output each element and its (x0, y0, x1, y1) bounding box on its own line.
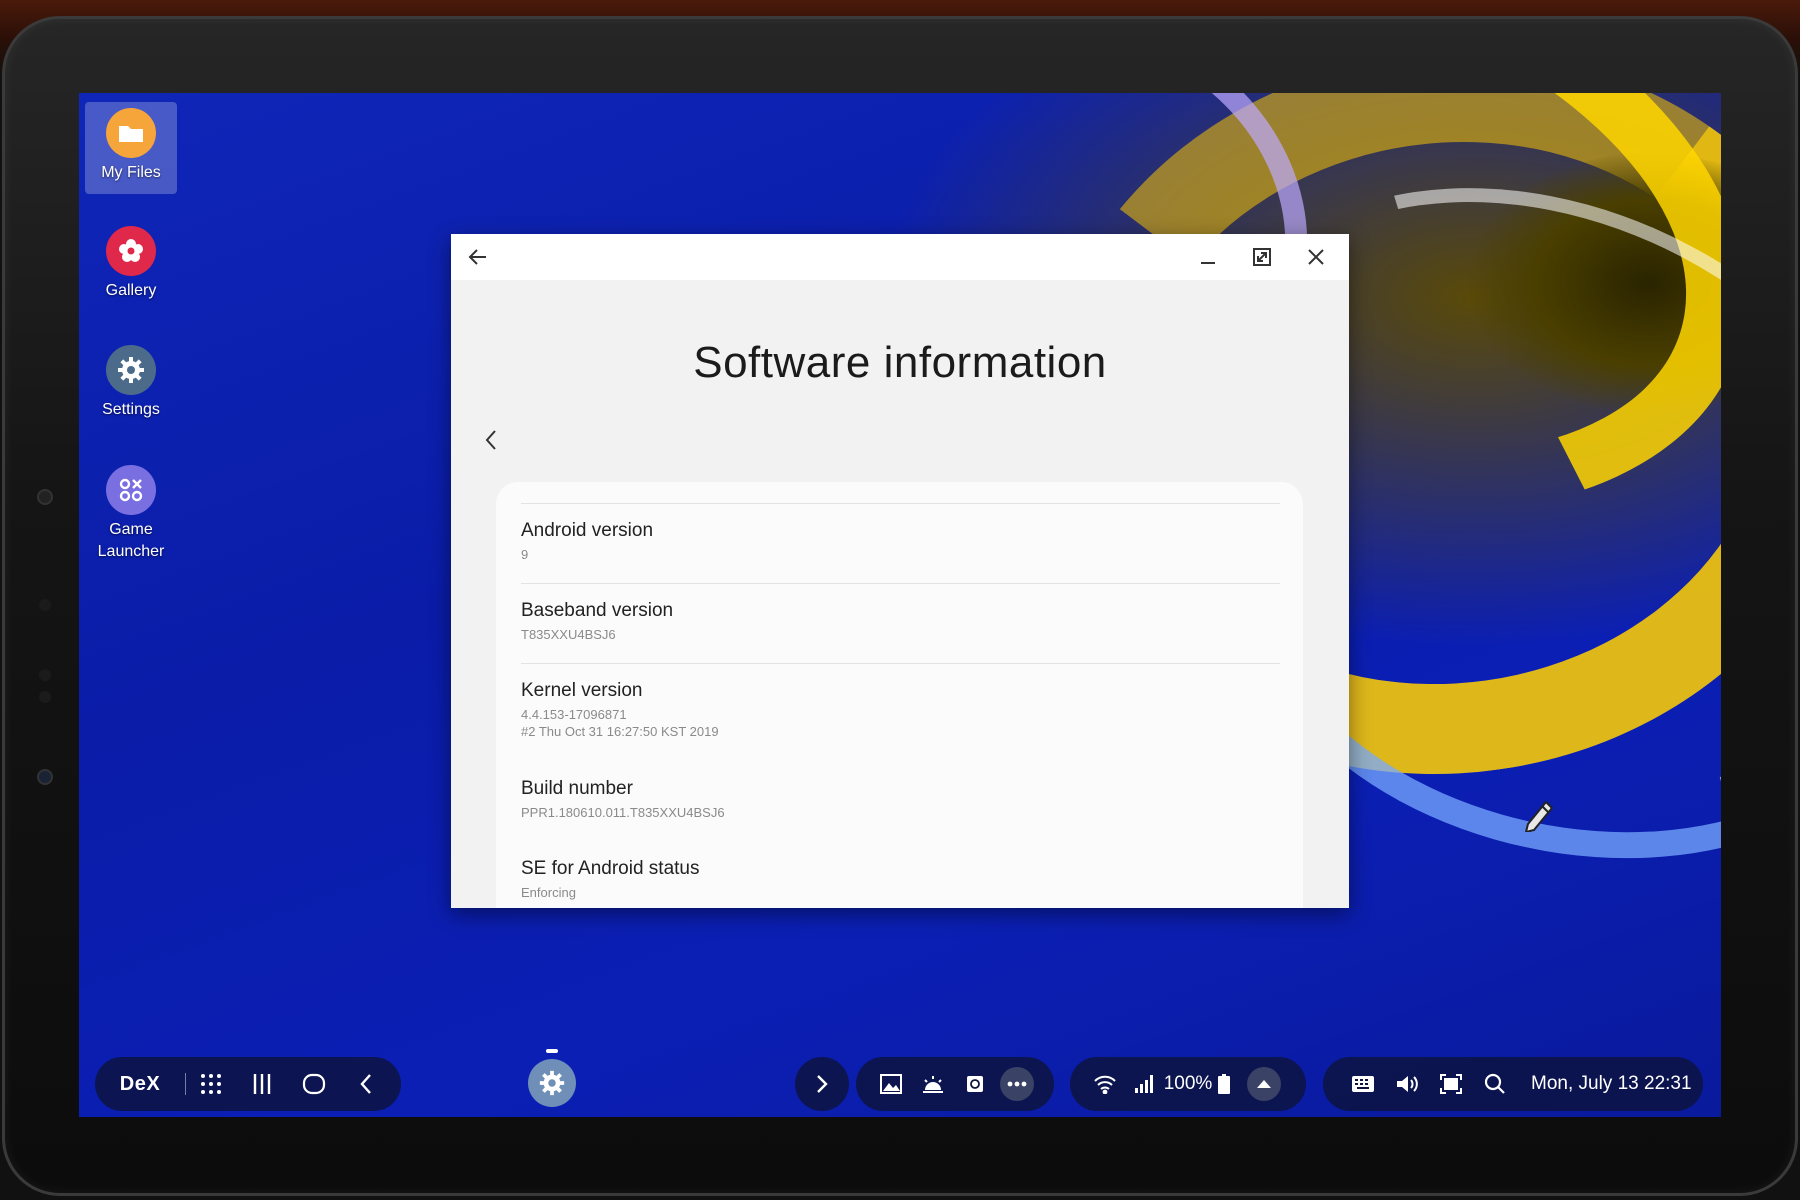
weather-icon (923, 1076, 943, 1093)
sensor-icon (39, 691, 51, 703)
pen-cursor-icon (1524, 800, 1554, 832)
taskbar-system-pill: Mon, July 13 22:31 (1323, 1057, 1703, 1111)
signal-status[interactable] (1126, 1057, 1162, 1111)
calendar-icon (967, 1076, 983, 1092)
home-icon (302, 1073, 326, 1095)
screenshot-icon (1440, 1074, 1462, 1094)
notification-gallery[interactable] (870, 1057, 912, 1111)
list-item-baseband-version[interactable]: Baseband version T835XXU4BSJ6 (521, 600, 1280, 643)
apps-grid-icon (201, 1074, 221, 1094)
back-button[interactable] (340, 1057, 392, 1111)
desktop-icon-gallery[interactable]: Gallery (85, 220, 177, 302)
keyboard-icon (1352, 1076, 1374, 1092)
divider (521, 503, 1280, 504)
volume-button[interactable] (1385, 1057, 1429, 1111)
list-item-se-android-status[interactable]: SE for Android status Enforcing (521, 858, 1280, 901)
window-back-button[interactable] (455, 234, 501, 280)
folder-icon (106, 108, 156, 158)
notification-weather[interactable] (912, 1057, 954, 1111)
maximize-icon (1253, 248, 1271, 266)
desktop-icon-label: Settings (102, 401, 160, 418)
taskbar-app-settings[interactable] (528, 1059, 576, 1107)
desktop-icon-my-files[interactable]: My Files (85, 102, 177, 194)
dex-button[interactable]: DeX (95, 1057, 185, 1111)
desktop-icon-settings[interactable]: Settings (85, 339, 177, 421)
navigate-up-button[interactable] (477, 424, 505, 456)
divider (521, 583, 1280, 584)
signal-icon (1135, 1075, 1153, 1093)
chevron-right-icon (817, 1075, 828, 1093)
flower-icon (106, 226, 156, 276)
running-indicator (546, 1049, 558, 1053)
gear-icon (539, 1070, 565, 1096)
list-item-title: Kernel version (521, 680, 643, 701)
recents-icon (253, 1074, 271, 1094)
settings-window[interactable]: Software information Android version 9 B… (451, 234, 1349, 908)
battery-percentage: 100% (1163, 1073, 1213, 1094)
chevron-left-icon (485, 430, 496, 450)
search-icon (1484, 1073, 1505, 1094)
taskbar-status-pill[interactable]: 100% (1070, 1057, 1306, 1111)
desktop-icon-game-launcher[interactable]: Game Launcher (85, 459, 177, 563)
expand-tray-button[interactable] (795, 1057, 849, 1111)
dex-desktop[interactable]: My Files Gallery Settings Game Launcher … (79, 93, 1721, 1117)
desktop-icon-label: Game Launcher (97, 521, 165, 560)
sensor-icon (39, 669, 51, 681)
more-icon (1000, 1067, 1034, 1101)
maximize-button[interactable] (1239, 234, 1285, 280)
close-icon (1308, 249, 1324, 265)
gear-icon (106, 345, 156, 395)
taskbar-expand-pill[interactable] (795, 1057, 849, 1111)
apps-grid-button[interactable] (186, 1057, 236, 1111)
home-button[interactable] (288, 1057, 340, 1111)
game-launcher-icon (106, 465, 156, 515)
taskbar-nav-pill: DeX (95, 1057, 401, 1111)
camera-icon (37, 489, 53, 505)
list-item-value: 4.4.153-17096871 #2 Thu Oct 31 16:27:50 … (521, 707, 719, 739)
search-button[interactable] (1473, 1057, 1517, 1111)
image-icon (880, 1074, 902, 1094)
minimize-button[interactable] (1185, 234, 1231, 280)
clock-datetime[interactable]: Mon, July 13 22:31 (1531, 1057, 1692, 1111)
quick-panel-button[interactable] (1242, 1057, 1286, 1111)
screen-capture-button[interactable] (1429, 1057, 1473, 1111)
list-item-title: SE for Android status (521, 858, 700, 879)
recents-button[interactable] (236, 1057, 288, 1111)
close-button[interactable] (1293, 234, 1339, 280)
front-camera-icon (37, 769, 53, 785)
more-notifications-button[interactable] (996, 1057, 1038, 1111)
battery-icon (1218, 1074, 1230, 1094)
wifi-status[interactable] (1084, 1057, 1126, 1111)
battery-status[interactable] (1214, 1057, 1234, 1111)
volume-icon (1397, 1076, 1418, 1092)
notification-calendar[interactable] (954, 1057, 996, 1111)
desktop-icon-label: My Files (101, 164, 161, 181)
list-item-build-number[interactable]: Build number PPR1.180610.011.T835XXU4BSJ… (521, 778, 1280, 821)
list-item-title: Build number (521, 778, 633, 799)
list-item-title: Android version (521, 520, 654, 541)
arrow-left-icon (468, 249, 486, 265)
list-item-kernel-version[interactable]: Kernel version 4.4.153-17096871 #2 Thu O… (521, 680, 1280, 740)
list-item-value: T835XXU4BSJ6 (521, 627, 616, 642)
chevron-left-icon (360, 1074, 371, 1094)
chevron-up-icon (1247, 1067, 1281, 1101)
list-item-value: PPR1.180610.011.T835XXU4BSJ6 (521, 805, 725, 820)
list-item-value: Enforcing (521, 885, 576, 900)
list-item-title: Baseband version (521, 600, 674, 621)
sensor-icon (39, 599, 51, 611)
list-item-android-version[interactable]: Android version 9 (521, 520, 1280, 563)
info-list-card: Android version 9 Baseband version T835X… (496, 482, 1303, 908)
page-title: Software information (693, 338, 1107, 387)
list-item-value: 9 (521, 547, 529, 562)
window-titlebar[interactable] (451, 234, 1349, 280)
keyboard-button[interactable] (1341, 1057, 1385, 1111)
desktop-icon-label: Gallery (105, 282, 157, 299)
divider (521, 663, 1280, 664)
wifi-icon (1094, 1075, 1116, 1094)
minimize-icon (1201, 262, 1215, 264)
taskbar-notification-pill (856, 1057, 1054, 1111)
